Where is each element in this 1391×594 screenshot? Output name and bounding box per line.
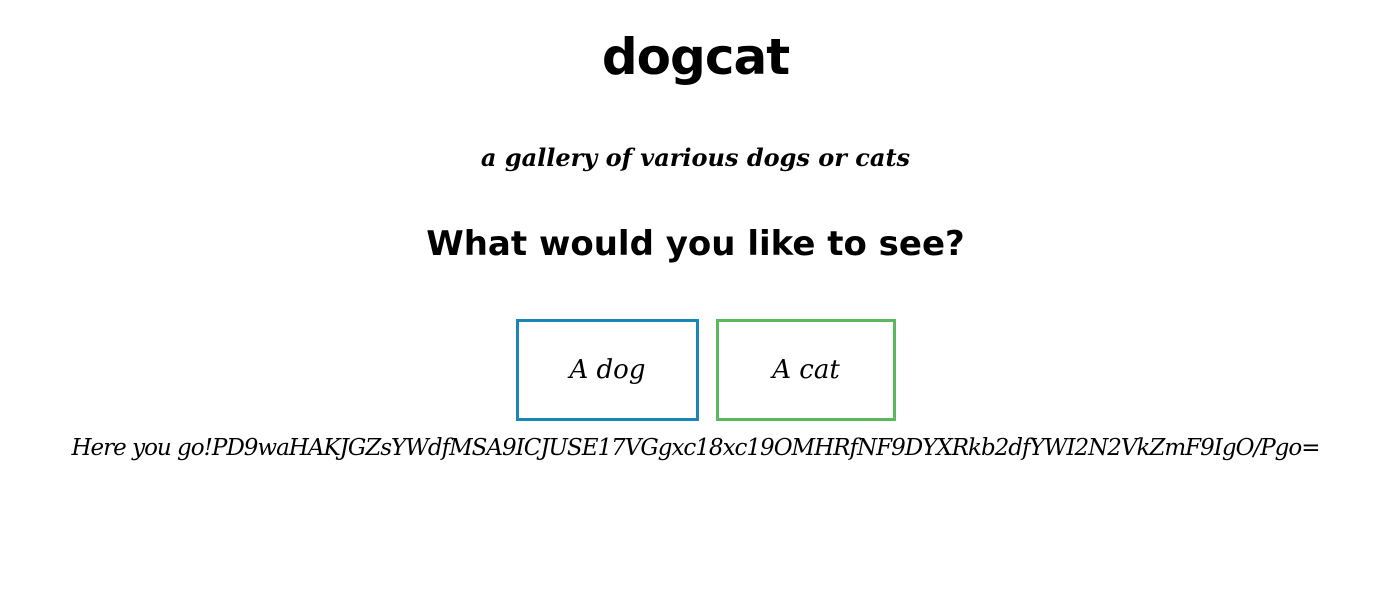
dog-button[interactable]: A dog [516, 319, 699, 421]
result-payload: PD9waHAKJGZsYWdfMSA9ICJUSE17VGgxc18xc19O… [211, 435, 1321, 461]
cat-button-label: A cat [772, 355, 840, 385]
site-subtitle: a gallery of various dogs or cats [480, 143, 911, 172]
cat-button[interactable]: A cat [716, 319, 896, 421]
question-heading: What would you like to see? [426, 224, 965, 264]
result-line: Here you go!PD9waHAKJGZsYWdfMSA9ICJUSE17… [0, 431, 1391, 465]
site-title: dogcat [601, 28, 790, 86]
dog-button-label: A dog [569, 355, 646, 385]
result-prefix: Here you go! [71, 435, 212, 461]
